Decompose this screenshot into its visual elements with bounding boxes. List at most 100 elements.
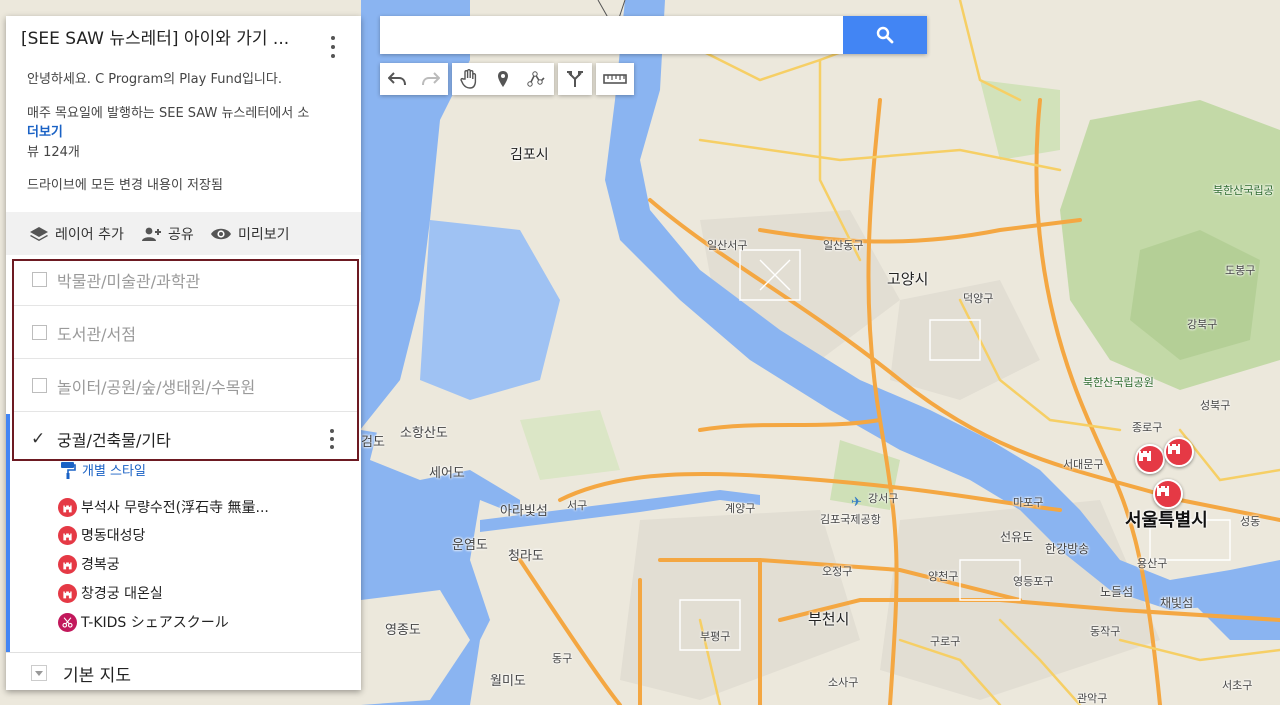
place-name: 창경궁 대온실: [81, 586, 163, 602]
place-item[interactable]: 명동대성당: [58, 524, 145, 546]
view-count: 뷰 124개: [27, 145, 80, 160]
add-layer-button[interactable]: 레이어 추가: [29, 224, 124, 244]
map-label-gimpo: 김포시: [510, 147, 549, 163]
redo-button[interactable]: [414, 63, 448, 95]
map-label-dobong: 도봉구: [1225, 264, 1256, 277]
ruler-icon: [603, 74, 627, 84]
map-label-arabitseom: 아라빛섬: [500, 504, 548, 519]
marker-icon: [498, 71, 508, 87]
map-label-seocho: 서초구: [1222, 679, 1253, 692]
layers-icon: [30, 227, 48, 241]
map-marker-castle[interactable]: [1164, 437, 1194, 467]
base-map-label: 기본 지도: [63, 666, 131, 686]
place-name: 부석사 무량수전(浮石寺 無量...: [81, 500, 269, 516]
castle-icon: [1168, 444, 1180, 454]
map-greeting: 안녕하세요. C Program의 Play Fund입니다.: [27, 72, 282, 87]
map-label-unyeomdo: 운염도: [452, 538, 488, 553]
map-label-sohangsando: 소항산도: [400, 426, 448, 441]
layer-highlight-box: [12, 259, 359, 461]
map-label-yeongdeungpo: 영등포구: [1013, 575, 1054, 588]
ruler-button[interactable]: [596, 63, 634, 95]
map-label-jongno: 종로구: [1132, 421, 1163, 434]
draw-line-icon: [527, 71, 545, 87]
map-label-wolmido: 월미도: [490, 674, 526, 689]
directions-icon: [567, 71, 583, 87]
individual-style-link[interactable]: 개별 스타일: [60, 460, 146, 479]
hand-tool-button[interactable]: [452, 63, 486, 95]
map-marker-castle[interactable]: [1153, 479, 1183, 509]
search-icon: [876, 26, 894, 44]
draw-line-button[interactable]: [520, 63, 554, 95]
add-marker-button[interactable]: [486, 63, 520, 95]
castle-icon: [1157, 486, 1169, 496]
map-label-deogyang: 덕양구: [963, 292, 994, 305]
map-description: 매주 목요일에 발행하는 SEE SAW 뉴스레터에서 소: [27, 106, 310, 121]
share-label: 공유: [168, 227, 194, 243]
undo-button[interactable]: [380, 63, 414, 95]
place-item[interactable]: 창경궁 대온실: [58, 582, 163, 604]
map-label-bukhansan: 북한산국립공원: [1083, 376, 1154, 389]
map-label-bucheon: 부천시: [808, 610, 850, 628]
place-name: 명동대성당: [81, 528, 146, 544]
preview-label: 미리보기: [238, 227, 290, 243]
directions-button[interactable]: [558, 63, 592, 95]
castle-icon: [58, 525, 77, 545]
map-label-dongjak: 동작구: [1090, 625, 1121, 638]
castle-icon: [58, 497, 77, 517]
history-group: [380, 63, 448, 95]
map-label-seoul: 서울특별시: [1125, 510, 1208, 531]
share-button[interactable]: 공유: [140, 224, 194, 244]
draw-tools-group: [452, 63, 554, 95]
search-input[interactable]: [380, 16, 843, 54]
more-link[interactable]: 더보기: [27, 121, 63, 140]
map-label-sosa: 소사구: [828, 676, 859, 689]
map-label-guro: 구로구: [930, 635, 961, 648]
map-label-seongdong: 성동: [1240, 515, 1261, 528]
search-bar: [380, 16, 927, 54]
map-label-bupyeong: 부평구: [700, 630, 731, 643]
map-label-nodeulseom: 노들섬: [1100, 585, 1134, 599]
map-label-goyang: 고양시: [887, 270, 929, 288]
map-toolbar: [380, 63, 634, 95]
map-marker-castle[interactable]: [1135, 444, 1165, 474]
base-map-row[interactable]: 기본 지도: [6, 652, 361, 690]
map-label-bukhansan-top: 북한산국립공: [1213, 184, 1274, 197]
map-label-ojeong: 오정구: [822, 565, 853, 578]
chevron-down-icon[interactable]: [31, 665, 47, 681]
undo-icon: [388, 72, 406, 86]
add-person-icon: [142, 227, 161, 241]
place-item[interactable]: 부석사 무량수전(浮石寺 無量...: [58, 496, 269, 518]
preview-button[interactable]: 미리보기: [210, 224, 290, 244]
map-label-dong: 동구: [552, 652, 573, 665]
map-label-gwanak: 관악구: [1077, 692, 1108, 705]
paint-roller-icon: [61, 461, 76, 479]
place-name: T-KIDS シェアスクール: [81, 615, 229, 631]
layer-accent-bar: [6, 414, 10, 652]
map-label-seonyudo: 선유도: [1000, 530, 1034, 544]
map-label-seongbuk: 성북구: [1200, 399, 1231, 412]
map-title[interactable]: [SEE SAW 뉴스레터] 아이와 가기 ...: [21, 24, 316, 49]
map-label-yongsan: 용산구: [1137, 557, 1168, 570]
place-name: 경복궁: [81, 557, 120, 573]
directions-group: [558, 63, 592, 95]
place-item[interactable]: T-KIDS シェアスクール: [58, 611, 229, 633]
map-label-chaebitseom: 채빛섬: [1160, 596, 1194, 610]
map-label-seeodo: 세어도: [429, 466, 465, 481]
map-label-gimpo-airport: 김포국제공항: [820, 513, 881, 526]
place-item[interactable]: 경복궁: [58, 553, 120, 575]
map-options-menu-icon[interactable]: [326, 36, 340, 58]
map-label-hangang: 한강방송: [1045, 542, 1090, 556]
map-label-mapo: 마포구: [1013, 496, 1044, 509]
add-layer-label: 레이어 추가: [55, 227, 124, 243]
airport-icon: ✈: [851, 494, 862, 509]
search-button[interactable]: [843, 16, 927, 54]
castle-icon: [58, 583, 77, 603]
map-label-yeongjongdo: 영종도: [385, 623, 421, 638]
hand-icon: [460, 69, 477, 89]
map-label-ilsanseo: 일산서구: [707, 239, 748, 252]
map-label-yangcheon: 양천구: [928, 570, 959, 583]
scissors-icon: [58, 612, 77, 632]
castle-icon: [58, 554, 77, 574]
measure-group: [596, 63, 634, 95]
map-label-seodaemun: 서대문구: [1063, 458, 1104, 471]
